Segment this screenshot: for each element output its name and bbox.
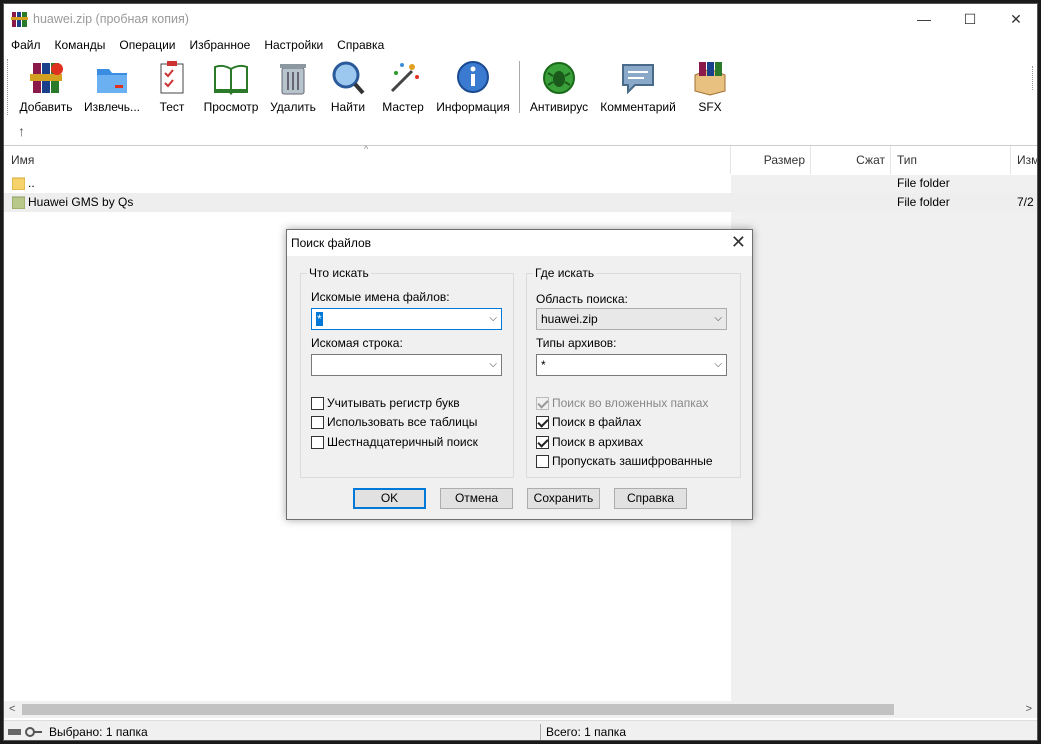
wizard-button[interactable]: Мастер xyxy=(380,59,426,115)
toolbar-grip[interactable] xyxy=(7,59,10,115)
antivirus-button[interactable]: Антивирус xyxy=(527,59,591,115)
what-to-find-group: Что искать Искомые имена файлов: * ⌵ Иск… xyxy=(300,266,514,478)
list-empty-area xyxy=(731,175,1037,702)
view-icon xyxy=(214,64,248,95)
menu-bar: Файл Команды Операции Избранное Настройк… xyxy=(4,35,1037,55)
extract-icon xyxy=(97,69,127,93)
ok-button[interactable]: OK xyxy=(353,488,426,509)
skip-encrypted-checkbox[interactable]: Пропускать зашифрованные xyxy=(536,453,713,469)
add-archive-icon xyxy=(30,63,63,93)
sfx-button[interactable]: SFX xyxy=(687,59,733,115)
search-in-archives-checkbox[interactable]: Поиск в архивах xyxy=(536,434,643,450)
menu-operations[interactable]: Операции xyxy=(112,35,182,55)
menu-commands[interactable]: Команды xyxy=(48,35,113,55)
status-bar: Выбрано: 1 папка Всего: 1 папка xyxy=(4,720,1037,740)
close-button[interactable]: ✕ xyxy=(993,4,1037,34)
search-string-combo[interactable]: ⌵ xyxy=(311,354,502,376)
comment-button[interactable]: Комментарий xyxy=(597,59,679,115)
dialog-title: Поиск файлов xyxy=(291,236,372,250)
menu-help[interactable]: Справка xyxy=(330,35,391,55)
up-folder-button[interactable]: ↑ xyxy=(18,123,25,139)
toolbar-grip-right[interactable] xyxy=(1032,66,1033,90)
maximize-icon: ☐ xyxy=(963,10,977,27)
cancel-button[interactable]: Отмена xyxy=(440,488,513,509)
window-title: huawei.zip (пробная копия) xyxy=(33,12,189,26)
case-sensitive-checkbox[interactable]: Учитывать регистр букв xyxy=(311,395,460,411)
status-total: Всего: 1 папка xyxy=(546,725,626,739)
toolbar: Добавить Извлечь... Тест Просмотр Удалит… xyxy=(4,57,1037,115)
folder-icon xyxy=(12,196,25,209)
subfolders-checkbox: Поиск во вложенных папках xyxy=(536,395,708,411)
drive-key-icon[interactable] xyxy=(8,726,44,738)
chevron-down-icon[interactable]: ⌵ xyxy=(714,355,722,375)
folder-icon xyxy=(12,177,25,190)
antivirus-icon xyxy=(543,62,575,94)
minimize-icon: — xyxy=(917,11,931,27)
save-button[interactable]: Сохранить xyxy=(527,488,600,509)
minimize-button[interactable]: — xyxy=(901,4,947,34)
toolbar-separator xyxy=(519,61,520,113)
search-area-combo[interactable]: huawei.zip ⌵ xyxy=(536,308,727,330)
test-button[interactable]: Тест xyxy=(152,59,192,115)
scrollbar-thumb[interactable] xyxy=(22,704,894,715)
column-size[interactable]: Размер xyxy=(731,146,811,174)
view-button[interactable]: Просмотр xyxy=(201,59,261,115)
archive-types-combo[interactable]: * ⌵ xyxy=(536,354,727,376)
search-area-label: Область поиска: xyxy=(536,292,628,306)
search-in-files-checkbox[interactable]: Поиск в файлах xyxy=(536,414,641,430)
help-button[interactable]: Справка xyxy=(614,488,687,509)
comment-icon xyxy=(622,64,654,95)
status-divider xyxy=(540,724,541,740)
archive-types-label: Типы архивов: xyxy=(536,336,617,350)
status-selected: Выбрано: 1 папка xyxy=(49,725,148,739)
file-names-label: Искомые имена файлов: xyxy=(311,290,450,304)
dialog-close-icon[interactable]: ✕ xyxy=(731,232,746,253)
delete-button[interactable]: Удалить xyxy=(267,59,319,115)
delete-icon xyxy=(280,64,306,95)
menu-favorites[interactable]: Избранное xyxy=(183,35,258,55)
sort-ascending-icon: ^ xyxy=(364,144,369,154)
hex-search-checkbox[interactable]: Шестнадцатеричный поиск xyxy=(311,434,478,450)
wizard-icon xyxy=(390,63,419,93)
scroll-left-icon[interactable]: < xyxy=(9,701,15,718)
dialog-title-bar[interactable]: Поиск файлов ✕ xyxy=(287,230,752,256)
column-type[interactable]: Тип xyxy=(891,146,1011,174)
table-row[interactable]: Huawei GMS by Qs File folder 7/2 xyxy=(4,193,1037,212)
find-button[interactable]: Найти xyxy=(328,59,368,115)
where-to-find-group: Где искать Область поиска: huawei.zip ⌵ … xyxy=(526,266,741,478)
chevron-down-icon[interactable]: ⌵ xyxy=(489,355,497,375)
test-icon xyxy=(160,61,184,94)
title-bar[interactable]: huawei.zip (пробная копия) — ☐ ✕ xyxy=(4,4,1037,34)
all-tables-checkbox[interactable]: Использовать все таблицы xyxy=(311,414,477,430)
sfx-icon xyxy=(694,62,726,96)
add-button[interactable]: Добавить xyxy=(18,59,74,115)
table-row[interactable]: .. File folder xyxy=(4,174,1037,193)
menu-settings[interactable]: Настройки xyxy=(257,35,330,55)
winrar-app-icon xyxy=(11,12,28,27)
info-button[interactable]: Информация xyxy=(435,59,511,115)
maximize-button[interactable]: ☐ xyxy=(947,4,993,34)
column-packed[interactable]: Сжат xyxy=(811,146,891,174)
find-files-dialog: Поиск файлов ✕ Что искать Искомые имена … xyxy=(286,229,753,520)
arrow-up-icon: ↑ xyxy=(18,123,25,139)
menu-file[interactable]: Файл xyxy=(4,35,48,55)
horizontal-scrollbar[interactable]: < > xyxy=(4,701,1037,718)
close-icon: ✕ xyxy=(1010,10,1022,27)
find-icon xyxy=(332,61,365,95)
info-icon xyxy=(457,61,489,93)
scroll-right-icon[interactable]: > xyxy=(1026,701,1032,718)
column-modified[interactable]: Изм xyxy=(1011,146,1037,174)
chevron-down-icon[interactable]: ⌵ xyxy=(489,309,497,329)
chevron-down-icon[interactable]: ⌵ xyxy=(714,309,722,329)
search-string-label: Искомая строка: xyxy=(311,336,403,350)
file-names-combo[interactable]: * ⌵ xyxy=(311,308,502,330)
extract-button[interactable]: Извлечь... xyxy=(80,59,144,115)
